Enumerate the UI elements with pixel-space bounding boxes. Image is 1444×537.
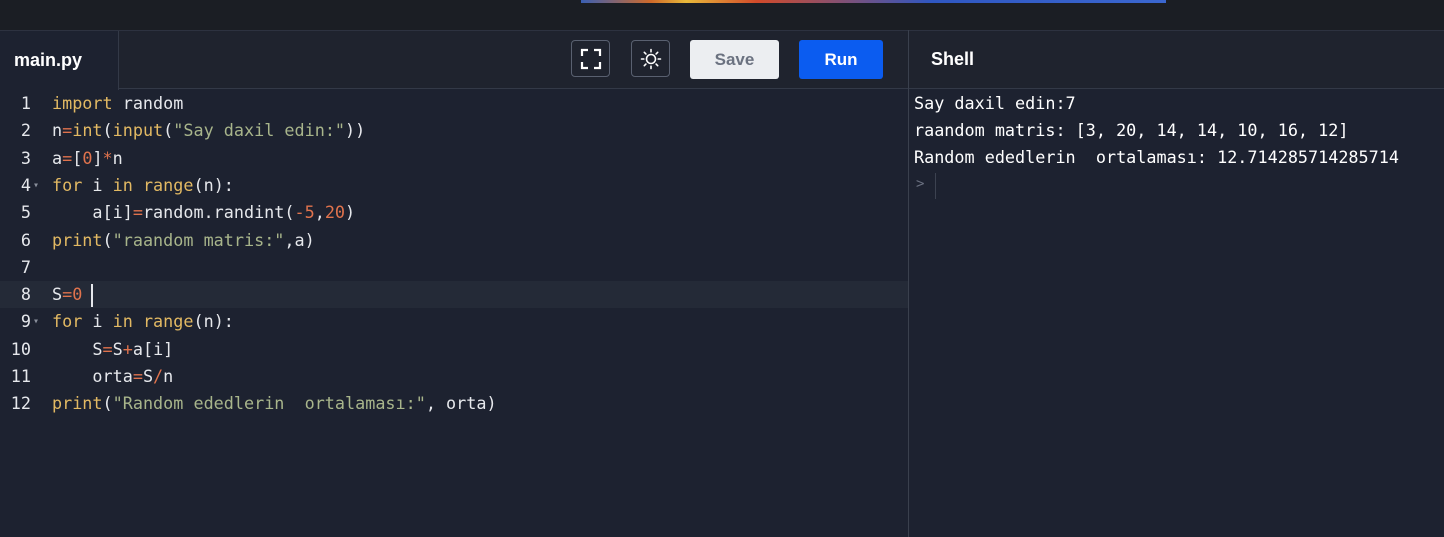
- code-line-active[interactable]: 8 S=0: [0, 281, 908, 309]
- fold-arrow-icon[interactable]: ▾: [33, 308, 43, 335]
- code-text: S=0: [52, 281, 94, 308]
- shell-input[interactable]: [935, 173, 936, 199]
- code-line[interactable]: 6 print("raandom matris:",a): [0, 227, 908, 254]
- save-button[interactable]: Save: [690, 40, 779, 79]
- top-banner-image: [581, 0, 1166, 3]
- code-editor[interactable]: 1 import random 2 n=int(input("Say daxil…: [0, 90, 908, 537]
- shell-prompt-icon: >: [916, 176, 925, 192]
- code-line[interactable]: 12 print("Random ededlerin ortalaması:",…: [0, 390, 908, 417]
- code-line[interactable]: 7: [0, 254, 908, 281]
- code-text: orta=S/n: [52, 366, 174, 386]
- browser-top-strip: [0, 0, 1444, 30]
- text-cursor: [91, 283, 94, 307]
- line-number: 4: [20, 174, 31, 195]
- shell-output-line: Say daxil edin:7: [914, 93, 1076, 113]
- code-line[interactable]: 3 a=[0]*n: [0, 145, 908, 172]
- sun-icon: [640, 48, 661, 69]
- file-tab-main-py[interactable]: main.py: [0, 31, 119, 90]
- code-line[interactable]: 9 ▾ for i in range(n):: [0, 308, 908, 335]
- fullscreen-button[interactable]: [571, 40, 610, 77]
- line-number: 9: [20, 311, 31, 332]
- line-number: 10: [10, 338, 31, 359]
- code-text: print("raandom matris:",a): [52, 229, 315, 250]
- line-number: 12: [10, 393, 31, 414]
- code-text: import random: [52, 93, 184, 113]
- fullscreen-icon: [580, 48, 601, 69]
- line-number: 1: [20, 93, 31, 113]
- shell-output-line: Random ededlerin ortalaması: 12.71428571…: [914, 147, 1399, 167]
- line-number: 7: [20, 256, 31, 277]
- code-text: n=int(input("Say daxil edin:")): [52, 120, 366, 141]
- code-line[interactable]: 4 ▾ for i in range(n):: [0, 172, 908, 199]
- code-text: a=[0]*n: [52, 147, 123, 168]
- code-line[interactable]: 2 n=int(input("Say daxil edin:")): [0, 117, 908, 144]
- theme-toggle-button[interactable]: [631, 40, 670, 77]
- code-text: a[i]=random.randint(-5,20): [52, 202, 356, 223]
- code-text: for i in range(n):: [52, 311, 234, 332]
- code-text: for i in range(n):: [52, 174, 234, 195]
- shell-output[interactable]: Say daxil edin:7 raandom matris: [3, 20,…: [914, 90, 1434, 171]
- line-number: 11: [10, 366, 31, 386]
- shell-output-line: raandom matris: [3, 20, 14, 14, 10, 16, …: [914, 120, 1349, 140]
- line-number: 5: [20, 202, 31, 223]
- line-number: 3: [20, 147, 31, 168]
- code-line[interactable]: 10 S=S+a[i]: [0, 336, 908, 363]
- line-number: 6: [20, 229, 31, 250]
- code-line[interactable]: 11 orta=S/n: [0, 363, 908, 390]
- code-line[interactable]: 5 a[i]=random.randint(-5,20): [0, 199, 908, 226]
- run-button[interactable]: Run: [799, 40, 883, 79]
- code-text: print("Random ededlerin ortalaması:", or…: [52, 393, 497, 414]
- fold-arrow-icon[interactable]: ▾: [33, 172, 43, 199]
- line-number: 8: [20, 284, 31, 305]
- panel-divider[interactable]: [908, 30, 909, 537]
- line-number: 2: [20, 120, 31, 141]
- shell-title: Shell: [931, 49, 975, 69]
- code-text: S=S+a[i]: [52, 338, 174, 359]
- code-line[interactable]: 1 import random: [0, 90, 908, 117]
